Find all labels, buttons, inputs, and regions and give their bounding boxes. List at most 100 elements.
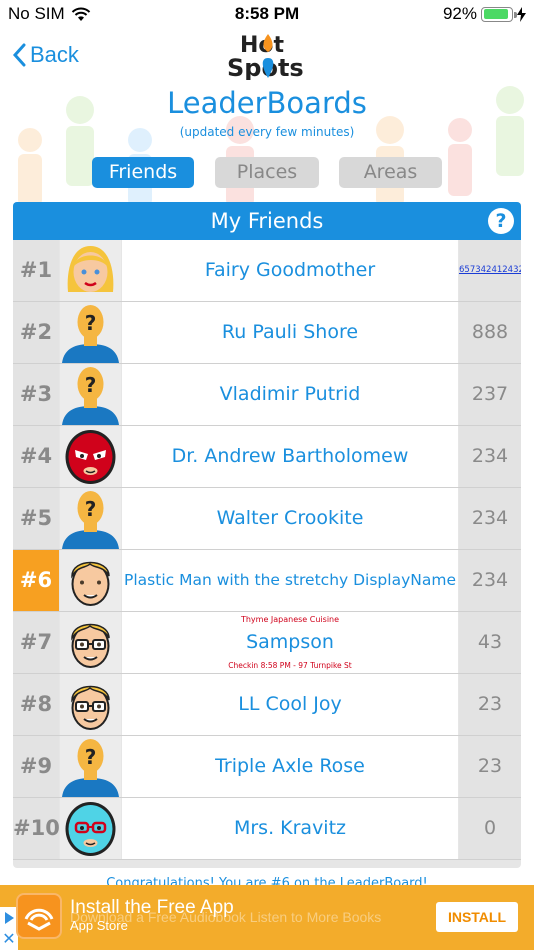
- score-value: 0: [459, 798, 521, 859]
- segment-tabs: Friends Places Areas: [0, 157, 534, 189]
- name-cell: Walter Crookite: [122, 488, 458, 549]
- back-label: Back: [30, 42, 79, 67]
- hotspots-logo: Hot Spots: [227, 33, 304, 80]
- ad-store: App Store: [70, 918, 128, 933]
- tab-areas[interactable]: Areas: [339, 157, 442, 188]
- score-value[interactable]: 657342412432: [459, 240, 521, 301]
- tab-places[interactable]: Places: [215, 157, 319, 188]
- cyan-wrestler-avatar-icon: [65, 802, 116, 856]
- leaderboard-row[interactable]: #10 Mrs. Kravitz 0: [13, 798, 521, 860]
- name-cell: LL Cool Joy: [122, 674, 458, 735]
- svg-text:?: ?: [85, 497, 97, 521]
- rank-label: #10: [13, 798, 60, 859]
- rank-label: #1: [13, 240, 59, 301]
- rank-label: #6: [13, 550, 59, 611]
- score-value: 237: [459, 364, 521, 425]
- name-cell: Thyme Japanese Cuisine Sampson Checkin 8:5…: [122, 612, 458, 673]
- score-value: 234: [459, 426, 521, 487]
- rank-label: #8: [13, 674, 59, 735]
- unknown-user-icon: ?: [62, 305, 119, 363]
- name-cell: Dr. Andrew Bartholomew: [122, 426, 458, 487]
- score-value: 234: [459, 550, 521, 611]
- leaderboard-row[interactable]: #7 Thyme Japanese Cuisine Sampson Checkin 8…: [13, 612, 521, 674]
- user-name[interactable]: Triple Axle Rose: [122, 736, 458, 797]
- user-name[interactable]: Dr. Andrew Bartholomew: [122, 426, 458, 487]
- audible-icon: [16, 893, 62, 939]
- rank-label: #2: [13, 302, 59, 363]
- leaderboard-row[interactable]: #9? Triple Axle Rose 23: [13, 736, 521, 798]
- checkin-detail: Checkin 8:58 PM - 97 Turnpike St: [228, 661, 352, 670]
- user-name[interactable]: Ru Pauli Shore: [122, 302, 458, 363]
- user-name[interactable]: Vladimir Putrid: [122, 364, 458, 425]
- panel-title: My Friends: [210, 209, 324, 233]
- score-value: 23: [459, 674, 521, 735]
- score-value: 43: [459, 612, 521, 673]
- user-name[interactable]: LL Cool Joy: [122, 674, 458, 735]
- name-cell: Fairy Goodmother: [122, 240, 458, 301]
- battery-level: [483, 9, 509, 19]
- row-divider: [13, 859, 521, 860]
- leaderboard-row[interactable]: #8 LL Cool Joy 23: [13, 674, 521, 736]
- battery-icon: [481, 6, 517, 22]
- leaderboard-row[interactable]: #3? Vladimir Putrid 237: [13, 364, 521, 426]
- blond-man-avatar-icon: [71, 561, 110, 606]
- page-title: LeaderBoards: [167, 86, 367, 120]
- user-name[interactable]: Walter Crookite: [122, 488, 458, 549]
- leaderboard-row[interactable]: #4 Dr. Andrew Bartholomew 234: [13, 426, 521, 488]
- status-bar: No SIM 8:58 PM 92%: [0, 0, 534, 28]
- avatar[interactable]: ?: [60, 302, 121, 363]
- avatar[interactable]: [60, 426, 121, 487]
- svg-text:?: ?: [85, 311, 97, 335]
- avatar[interactable]: [60, 674, 121, 735]
- unknown-user-icon: ?: [62, 367, 119, 425]
- leaderboard-row[interactable]: #2? Ru Pauli Shore 888: [13, 302, 521, 364]
- name-cell: Vladimir Putrid: [122, 364, 458, 425]
- back-button[interactable]: Back: [12, 42, 79, 68]
- name-cell: Plastic Man with the stretchy DisplayNam…: [122, 550, 458, 611]
- tab-friends[interactable]: Friends: [92, 157, 194, 188]
- user-name[interactable]: Mrs. Kravitz: [122, 798, 458, 859]
- user-name[interactable]: Fairy Goodmother: [122, 240, 458, 301]
- rank-label: #3: [13, 364, 59, 425]
- rank-label: #4: [13, 426, 59, 487]
- avatar[interactable]: ?: [60, 488, 121, 549]
- battery-percent: 92%: [442, 4, 477, 23]
- svg-text:?: ?: [85, 373, 97, 397]
- score-value: 888: [459, 302, 521, 363]
- user-name[interactable]: Sampson: [122, 622, 458, 662]
- svg-text:?: ?: [85, 745, 97, 769]
- ad-title: Install the Free App: [70, 897, 234, 918]
- leaderboard-row[interactable]: #1 Fairy Goodmother 657342412432: [13, 240, 521, 302]
- avatar[interactable]: [60, 612, 121, 673]
- avatar[interactable]: [60, 240, 121, 301]
- avatar[interactable]: [60, 550, 121, 611]
- avatar[interactable]: ?: [60, 364, 121, 425]
- name-cell: Ru Pauli Shore: [122, 302, 458, 363]
- page-subtitle: (updated every few minutes): [179, 125, 355, 139]
- install-button[interactable]: INSTALL: [436, 902, 518, 932]
- leaderboard-row[interactable]: #6 Plastic Man with the stretchy DisplayN…: [13, 550, 521, 612]
- blonde-woman-avatar-icon: [67, 246, 114, 292]
- panel-header: My Friends ?: [13, 202, 521, 240]
- name-cell: Triple Axle Rose: [122, 736, 458, 797]
- score-value: 234: [459, 488, 521, 549]
- unknown-user-icon: ?: [62, 491, 119, 549]
- status-right: 92%: [443, 4, 526, 24]
- charging-icon: [517, 6, 526, 22]
- avatar[interactable]: ?: [60, 736, 121, 797]
- rank-label: #7: [13, 612, 59, 673]
- user-name[interactable]: Plastic Man with the stretchy DisplayNam…: [122, 550, 458, 611]
- header: Back Hot Spots LeaderBoards (updated eve…: [0, 28, 534, 148]
- rank-label: #9: [13, 736, 59, 797]
- name-cell: Mrs. Kravitz: [122, 798, 458, 859]
- avatar[interactable]: [60, 798, 121, 859]
- leaderboard-row[interactable]: #5? Walter Crookite 234: [13, 488, 521, 550]
- chevron-left-icon: [12, 43, 26, 67]
- leaderboard-panel: My Friends ? #1 Fairy Goodmother 657342412…: [13, 202, 521, 868]
- ad-banner[interactable]: ✕ Download a Free Audiobook Listen to Mo…: [0, 885, 534, 950]
- rank-label: #5: [13, 488, 59, 549]
- red-wrestler-avatar-icon: [65, 430, 116, 484]
- unknown-user-icon: ?: [62, 739, 119, 797]
- help-button[interactable]: ?: [488, 208, 514, 234]
- glasses-man-avatar-icon: [71, 623, 110, 668]
